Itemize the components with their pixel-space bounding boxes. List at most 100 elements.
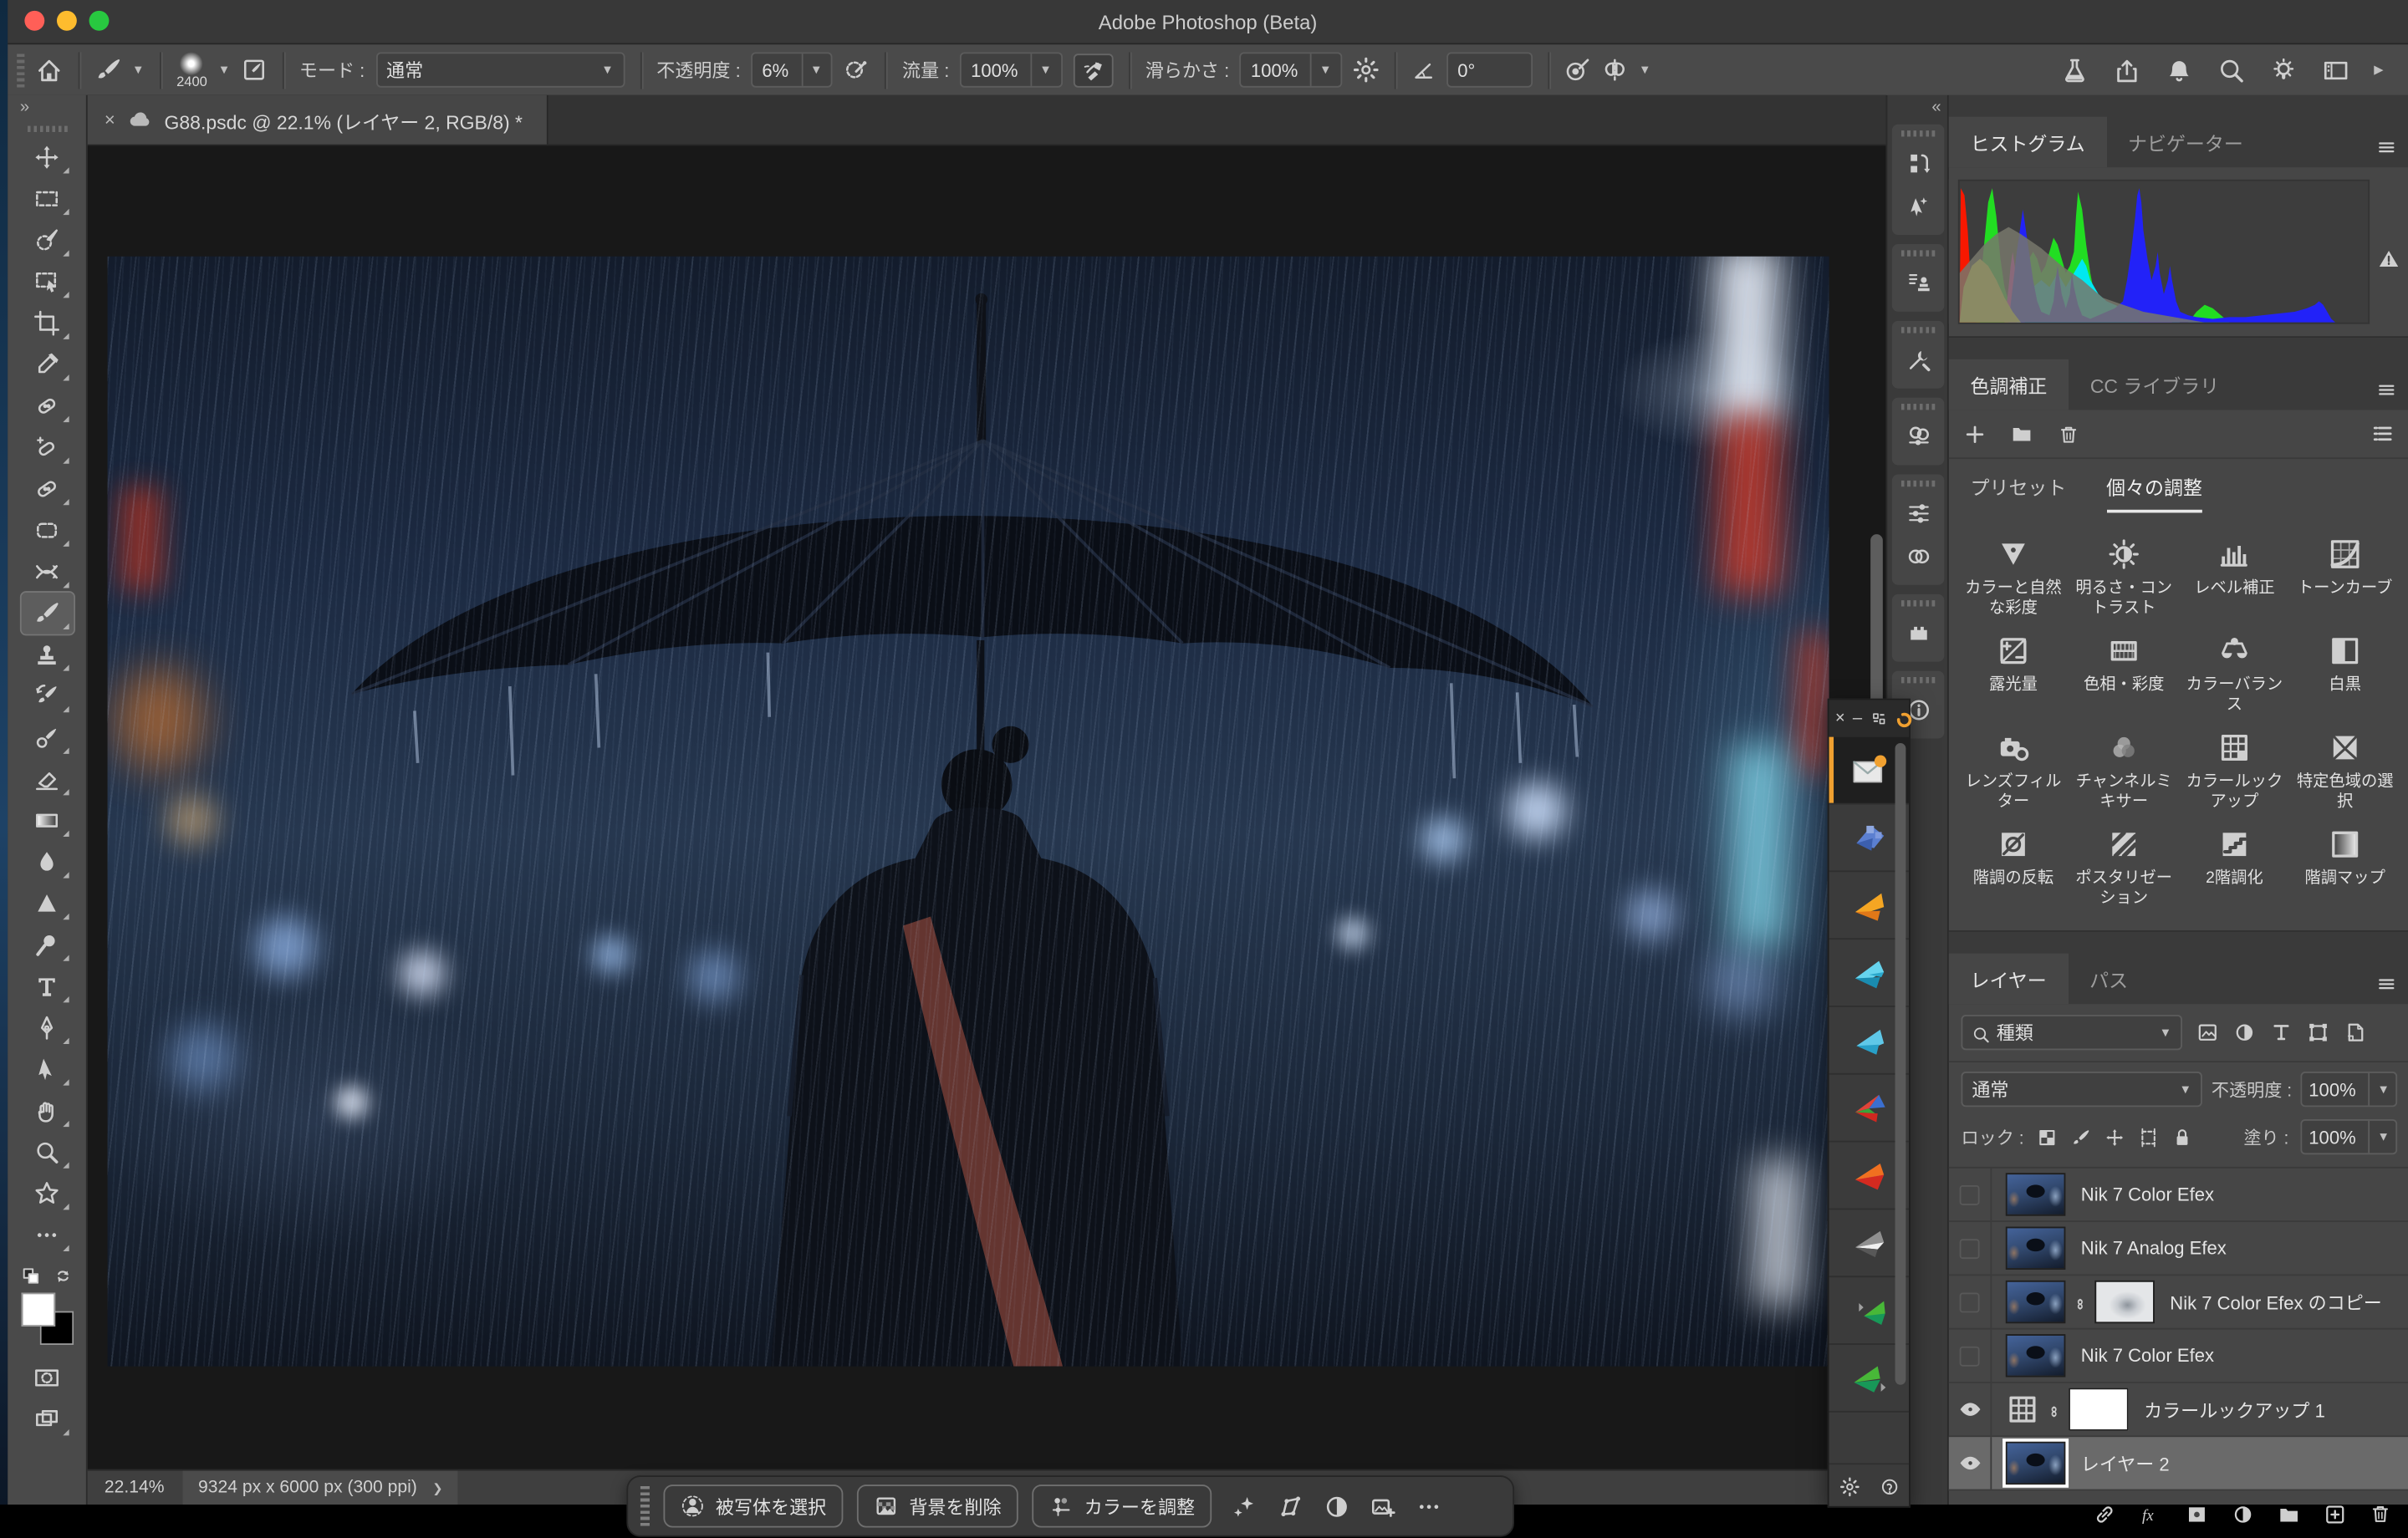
- adjustment-lookup[interactable]: カラールックアップ: [2179, 731, 2289, 812]
- layer-mask-thumbnail[interactable]: [2094, 1281, 2155, 1323]
- layer-row[interactable]: Nik 7 Analog Efex: [1949, 1223, 2408, 1276]
- maximize-window-button[interactable]: [89, 11, 110, 31]
- chevron-down-icon[interactable]: ▼: [132, 63, 145, 77]
- layer-mask-thumbnail[interactable]: [2069, 1388, 2129, 1431]
- screen-mode-button[interactable]: [21, 1399, 73, 1441]
- plugins-panel-icon[interactable]: [1892, 613, 1944, 653]
- nik-help-icon[interactable]: [1879, 1474, 1899, 1496]
- adjustment-curves[interactable]: トーンカーブ: [2290, 537, 2400, 619]
- nik-close-icon[interactable]: ×: [1835, 710, 1845, 728]
- zoom-tool[interactable]: [21, 1132, 73, 1174]
- add-adjustment-icon[interactable]: [1964, 423, 1986, 446]
- layer-blend-mode-select[interactable]: 通常 ▼: [1962, 1072, 2202, 1108]
- quick-mask-button[interactable]: [21, 1357, 73, 1399]
- blur-tool[interactable]: [21, 842, 73, 884]
- layer-filter-select[interactable]: 種類 ▼: [1962, 1016, 2182, 1051]
- visibility-toggle[interactable]: [1949, 1384, 1992, 1436]
- taskbar-dots-icon[interactable]: [1416, 1493, 1442, 1519]
- default-colors-icon[interactable]: [21, 1265, 41, 1286]
- brush-tool-icon[interactable]: [95, 57, 121, 83]
- document-tab[interactable]: × G88.psdc @ 22.1% (レイヤー 2, RGB/8) *: [86, 95, 548, 145]
- delete-trash-icon[interactable]: [2058, 423, 2079, 446]
- layers-tab[interactable]: レイヤー: [1949, 954, 2069, 1005]
- gradient-tool[interactable]: [21, 800, 73, 842]
- close-tab-icon[interactable]: ×: [105, 109, 115, 130]
- document-info[interactable]: 9324 px x 6000 px (300 ppi) ❯: [183, 1471, 458, 1505]
- healing-brush-tool[interactable]: [21, 468, 73, 510]
- toolbar-grip[interactable]: [27, 126, 67, 132]
- list-view-icon[interactable]: [2371, 422, 2395, 446]
- layer-opacity-field[interactable]: 100% ▼: [2301, 1072, 2397, 1108]
- pressure-size-icon[interactable]: [1565, 57, 1591, 83]
- visibility-toggle[interactable]: [1949, 1223, 1992, 1275]
- taskbar-adjcolor-button[interactable]: カラーを調整: [1032, 1485, 1212, 1527]
- brush-angle-field[interactable]: 0°: [1446, 52, 1533, 87]
- layer-row[interactable]: カラールックアップ 1: [1949, 1384, 2408, 1438]
- pressure-opacity-icon[interactable]: [844, 57, 870, 83]
- adjustment-invert[interactable]: 階調の反転: [1958, 828, 2069, 909]
- move-tool[interactable]: [21, 136, 73, 178]
- adjustment-photofilter[interactable]: レンズフィルター: [1958, 731, 2069, 812]
- visibility-toggle[interactable]: [1949, 1276, 1992, 1328]
- photo-canvas[interactable]: [108, 257, 1829, 1367]
- adjustment-selective[interactable]: 特定色域の選択: [2290, 731, 2400, 812]
- adjustment-posterize[interactable]: ポスタリゼーション: [2069, 828, 2179, 909]
- tool-presets-panel-icon[interactable]: [1892, 339, 1944, 379]
- dock-collapse-icon[interactable]: «: [1887, 95, 1948, 120]
- close-window-button[interactable]: [24, 11, 44, 31]
- histogram-tab[interactable]: ヒストグラム: [1949, 117, 2107, 168]
- home-icon[interactable]: [35, 56, 63, 84]
- adjustment-chmixer[interactable]: チャンネルミキサー: [2069, 731, 2179, 812]
- lock-artboard-icon[interactable]: [2138, 1126, 2160, 1148]
- adjustment-colorbal[interactable]: カラーバランス: [2179, 634, 2289, 716]
- discover-lightbulb-icon[interactable]: [2269, 56, 2297, 84]
- hand-tool[interactable]: [21, 1090, 73, 1132]
- actions-panel-icon[interactable]: [1892, 186, 1944, 226]
- taskbar-drag-handle[interactable]: [640, 1486, 650, 1526]
- adjustments-subtab[interactable]: プリセット: [1971, 471, 2067, 513]
- filter-smart-object-icon[interactable]: [2344, 1021, 2367, 1045]
- layer-fill-field[interactable]: 100% ▼: [2301, 1120, 2397, 1155]
- chevron-down-icon[interactable]: ▼: [218, 63, 231, 77]
- layer-row[interactable]: レイヤー 2: [1949, 1438, 2408, 1491]
- adjustment-brightness[interactable]: 明るさ・コントラスト: [2069, 537, 2179, 619]
- adjustments-tab[interactable]: 色調補正: [1949, 359, 2069, 410]
- layer-thumbnail[interactable]: [2006, 1281, 2066, 1323]
- warning-icon[interactable]: [2377, 247, 2400, 271]
- eraser-tool[interactable]: [21, 758, 73, 800]
- visibility-toggle[interactable]: [1949, 1438, 1992, 1490]
- lock-transparency-icon[interactable]: [2036, 1126, 2058, 1148]
- taskbar-contrast-icon[interactable]: [1324, 1493, 1349, 1519]
- overflow-chevron-icon[interactable]: ▶: [2374, 63, 2383, 77]
- lock-position-icon[interactable]: [2104, 1126, 2125, 1148]
- toggle-brush-panel-icon[interactable]: [241, 57, 267, 83]
- history-brush-tool[interactable]: [21, 675, 73, 717]
- new-adjustment-layer-icon[interactable]: [2232, 1502, 2255, 1525]
- remove-tool[interactable]: [21, 385, 73, 427]
- adjustment-levels[interactable]: レベル補正: [2179, 537, 2289, 619]
- visibility-toggle[interactable]: [1949, 1330, 1992, 1382]
- foreground-color-swatch[interactable]: [21, 1293, 54, 1327]
- mixer-brush-tool[interactable]: [21, 717, 73, 759]
- panel-menu-icon[interactable]: [2375, 135, 2397, 158]
- eyedropper-tool[interactable]: [21, 344, 73, 385]
- visibility-toggle[interactable]: [1949, 1169, 1992, 1220]
- new-group-folder-icon[interactable]: [2010, 422, 2033, 446]
- add-mask-icon[interactable]: [2186, 1502, 2209, 1525]
- opacity-select[interactable]: 6% ▼: [752, 52, 834, 87]
- layer-row[interactable]: Nik 7 Color Efex: [1949, 1169, 2408, 1222]
- adjustment-exposure[interactable]: 露光量: [1958, 634, 2069, 716]
- histogram-tab[interactable]: ナビゲーター: [2106, 117, 2264, 168]
- airbrush-toggle-icon[interactable]: [1073, 53, 1113, 86]
- dodge-tool[interactable]: [21, 924, 73, 966]
- adjustment-huesat[interactable]: 色相・彩度: [2069, 634, 2179, 716]
- patch-tool[interactable]: [21, 510, 73, 552]
- search-icon[interactable]: [2217, 56, 2245, 84]
- filter-adjustment-icon[interactable]: [2233, 1021, 2257, 1045]
- nik-settings-icon[interactable]: [1870, 708, 1886, 730]
- beta-features-icon[interactable]: [2061, 56, 2089, 84]
- taskbar-sparkle-icon[interactable]: [1232, 1493, 1258, 1519]
- options-grip[interactable]: [17, 53, 24, 86]
- minimize-window-button[interactable]: [57, 11, 77, 31]
- nik-minimize-icon[interactable]: –: [1853, 710, 1862, 728]
